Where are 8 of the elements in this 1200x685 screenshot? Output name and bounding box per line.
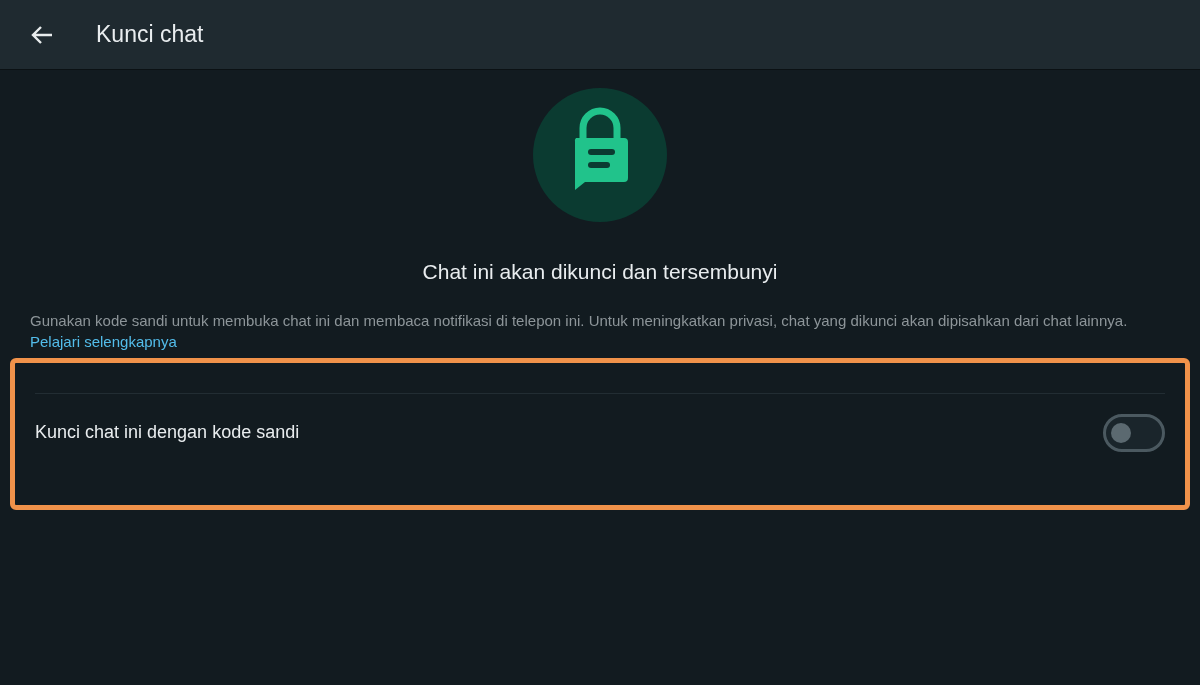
setting-label: Kunci chat ini dengan kode sandi [35,421,300,444]
back-arrow-icon [31,24,53,45]
learn-more-link[interactable]: Pelajari selengkapnya [30,332,177,350]
page-title: Kunci chat [96,20,204,50]
description: Gunakan kode sandi untuk membuka chat ini dan membaca notifikasi di telepon ini. Untuk meningkatkan privasi, chat yang dikunci akan dipisahkan dari chat lainnya. Pelajari selengkapnya [30,310,1129,352]
lock-chat-icon [533,88,667,222]
toggle-switch[interactable] [1103,413,1165,452]
heading: Chat ini akan dikunci dan tersembunyi [421,259,779,285]
